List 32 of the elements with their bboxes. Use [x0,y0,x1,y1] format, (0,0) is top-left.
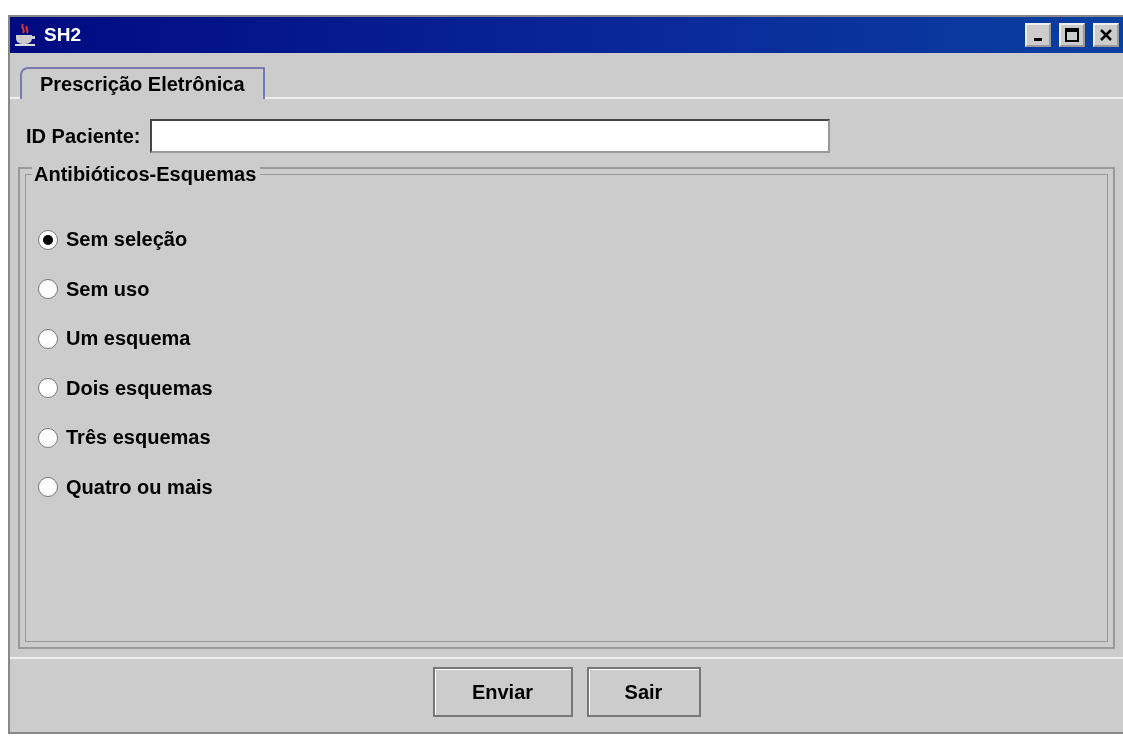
input-field[interactable] [150,119,831,153]
radio-button[interactable] [38,328,58,349]
minimize-button[interactable] [1025,23,1051,47]
radio-option[interactable]: Um esquema [26,314,1107,364]
exit-button[interactable]: Sair [586,667,701,717]
radio-option[interactable]: Dois esquemas [26,363,1107,413]
window-title: SH2 [44,24,81,46]
option-label: Sem seleção [66,228,188,252]
option-label: Dois esquemas [66,376,213,400]
radio-button[interactable] [38,279,58,300]
radio-button[interactable] [38,427,58,448]
field-label: ID Paciente: [26,124,141,148]
radio-button[interactable] [38,378,58,399]
radio-option[interactable]: Quatro ou mais [26,462,1107,512]
radio-button[interactable] [38,229,58,250]
option-label: Três esquemas [66,426,211,450]
radio-button[interactable] [38,477,58,498]
minimize-icon [1034,38,1042,41]
radio-option[interactable]: Três esquemas [26,413,1107,463]
group-title: Antibióticos-Esquemas [32,163,261,186]
tab[interactable]: Prescrição Eletrônica [20,67,265,99]
maximize-button[interactable] [1059,23,1085,47]
radio-option[interactable]: Sem uso [26,264,1107,314]
option-label: Quatro ou mais [66,475,213,499]
send-button[interactable]: Enviar [432,667,573,717]
close-icon [1099,28,1113,42]
radio-option[interactable]: Sem seleção [26,215,1107,265]
maximize-icon [1065,28,1079,42]
option-label: Um esquema [66,327,191,351]
coffee-cup-icon [14,23,36,47]
close-button[interactable] [1093,23,1119,47]
option-label: Sem uso [66,277,150,301]
